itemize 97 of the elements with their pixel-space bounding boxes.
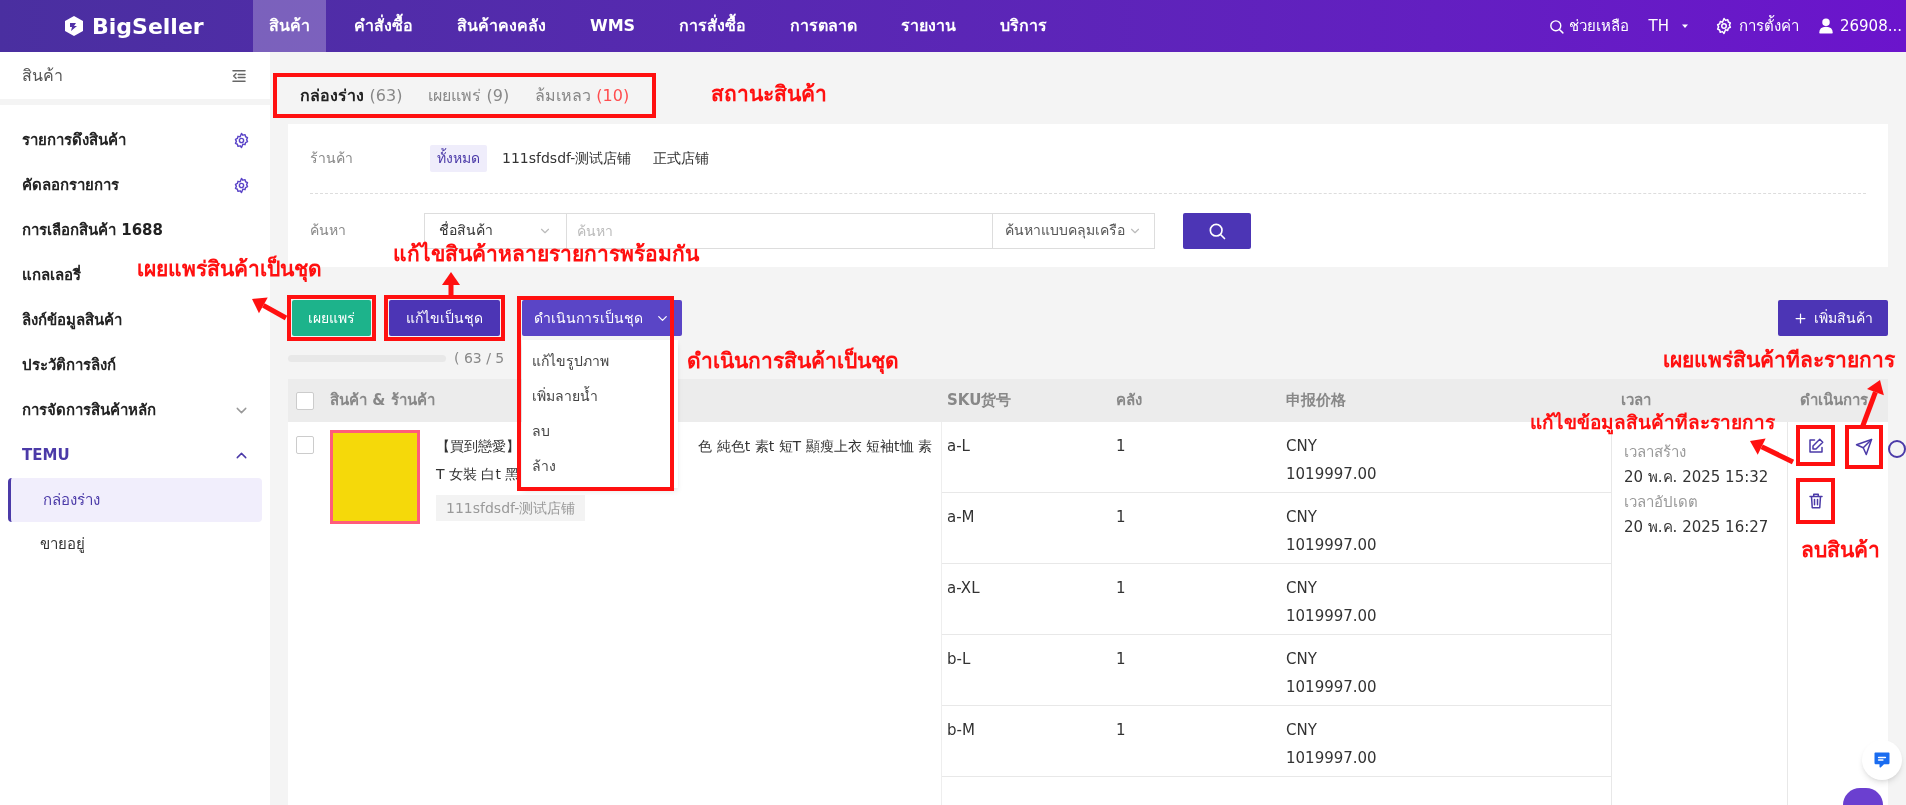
product-title: 色 純色t 素t 短T 顯瘦上衣 短袖t恤 素 [698, 437, 932, 456]
price-currency: CNY [1286, 578, 1317, 599]
settings-icon[interactable] [233, 132, 250, 149]
price-value: 1019997.00 [1286, 606, 1377, 627]
column-header: SKU货号 [947, 391, 1012, 410]
column-header: ดำเนินการ [1800, 391, 1868, 410]
time-label: เวลาสร้าง [1624, 442, 1686, 463]
search-button[interactable] [1183, 212, 1251, 249]
annotation-label: ลบสินค้า [1801, 536, 1880, 564]
stock-cell: 1 [1116, 635, 1286, 706]
product-title: T 女裝 白t 黑 [436, 465, 520, 484]
chat-button[interactable] [1862, 740, 1902, 780]
sidebar-item[interactable]: TEMU [0, 433, 270, 478]
help-link[interactable]: ช่วยเหลือ [1547, 14, 1629, 38]
price-value: 1019997.00 [1286, 464, 1377, 485]
edit-icon[interactable] [1806, 436, 1825, 455]
chat-icon [1872, 750, 1892, 770]
price-value: 1019997.00 [1286, 748, 1377, 769]
sidebar-subitem[interactable]: ขายอยู่ [8, 522, 262, 566]
menu-item[interactable]: ล้าง [522, 449, 678, 484]
sidebar-item[interactable]: การจัดการสินค้าหลัก [0, 388, 270, 433]
product-title: 【買到戀愛】 [436, 437, 520, 456]
send-icon[interactable] [1855, 438, 1873, 456]
price-value: 1019997.00 [1286, 677, 1377, 698]
price-value: 1019997.00 [1286, 535, 1377, 556]
shop-filter-option[interactable]: ทั้งหมด [430, 145, 487, 172]
nav-tab[interactable]: WMS [574, 0, 652, 52]
language-select[interactable]: TH [1648, 14, 1691, 38]
price-currency: CNY [1286, 436, 1317, 457]
nav-tab[interactable]: คำสั่งซื้อ [338, 0, 429, 52]
delete-icon[interactable] [1806, 492, 1825, 510]
column-header: เวลา [1621, 391, 1651, 410]
sidebar-item[interactable]: ลิงก์ข้อมูลสินค้า [0, 298, 142, 343]
nav-tab[interactable]: การสั่งซื้อ [663, 0, 763, 52]
settings-icon[interactable] [233, 177, 250, 194]
annotation-label: เผยแพร่สินค้าเป็นชุด [137, 255, 322, 283]
plus-icon [1793, 310, 1808, 326]
annotation-arrow [442, 272, 460, 295]
price-currency: CNY [1286, 720, 1317, 741]
stock-cell: 1 [1116, 422, 1286, 493]
user-menu[interactable]: 26908... [1816, 14, 1902, 38]
time-value: 20 พ.ค. 2025 16:27 [1624, 517, 1769, 538]
menu-item[interactable]: แก้ไขรูปภาพ [522, 344, 678, 379]
sidebar-subitem[interactable]: กล่องร่าง [8, 478, 262, 522]
sku-cell: a-XL [942, 564, 1116, 635]
column-header: คลัง [1116, 391, 1142, 410]
sku-cell: a-M [942, 493, 1116, 564]
search-icon [1547, 17, 1565, 35]
nav-tab[interactable]: การตลาด [774, 0, 874, 52]
sku-cell: a-L [942, 422, 1116, 493]
column-header: 申报价格 [1286, 391, 1346, 410]
menu-item[interactable]: เพิ่มลายน้ำ [522, 379, 678, 414]
annotation-arrow [252, 297, 288, 321]
sidebar-item[interactable]: การเลือกสินค้า 1688 [0, 208, 183, 253]
annotation-label: สถานะสินค้า [711, 80, 827, 108]
price-currency: CNY [1286, 507, 1317, 528]
shop-filter-option[interactable]: 正式店铺 [646, 145, 717, 172]
shop-filter-option[interactable]: 111sfdsdf-测试店铺 [495, 145, 639, 172]
batch-actions-dropdown[interactable]: ดำเนินการเป็นชุด [522, 300, 682, 336]
column-header: สินค้า & ร้านค้า [330, 391, 435, 410]
stock-cell: 1 [1116, 706, 1286, 777]
shop-tag: 111sfdsdf-测试店铺 [436, 495, 586, 521]
select-all-checkbox[interactable] [296, 391, 314, 410]
batch-edit-button[interactable]: แก้ไขเป็นชุด [389, 300, 500, 336]
stock-cell: 1 [1116, 564, 1286, 635]
sidebar-title: สินค้า [22, 64, 63, 87]
filter-label: ร้านค้า [310, 149, 354, 168]
user-icon [1816, 17, 1835, 35]
logo-icon [62, 14, 86, 38]
time-value: 20 พ.ค. 2025 15:32 [1624, 467, 1769, 488]
annotation-label: ดำเนินการสินค้าเป็นชุด [687, 347, 899, 375]
nav-tab[interactable]: บริการ [984, 0, 1064, 52]
logo-text: BigSeller [92, 12, 204, 41]
time-label: เวลาอัปเดต [1624, 492, 1698, 513]
nav-tab[interactable]: สินค้าคงคลัง [441, 0, 562, 52]
annotation-label: แก้ไขข้อมูลสินค้าทีละรายการ [1530, 410, 1775, 434]
annotation-label: เผยแพร่สินค้าทีละรายการ [1663, 346, 1895, 374]
settings-icon [1714, 17, 1733, 35]
status-tab[interactable]: กล่องร่าง (63) [300, 83, 403, 108]
annotation-arrow [1750, 438, 1795, 465]
match-mode-select[interactable]: ค้นหาแบบคลุมเครือ [993, 212, 1155, 249]
price-currency: CNY [1286, 649, 1317, 670]
sku-cell: b-M [942, 706, 1116, 777]
sku-cell: b-L [942, 635, 1116, 706]
row-checkbox[interactable] [296, 436, 314, 454]
settings-link[interactable]: การตั้งค่า [1714, 14, 1799, 38]
sidebar-item[interactable]: แกลเลอรี่ [0, 253, 101, 298]
menu-item[interactable]: ลบ [522, 414, 678, 449]
add-product-button[interactable]: เพิ่มสินค้า [1778, 300, 1888, 336]
selection-count: ( 63 / 5 [454, 349, 505, 368]
filter-label: ค้นหา [310, 221, 347, 240]
sidebar-item[interactable]: ประวัติการลิงก์ [0, 343, 136, 388]
sidebar-item[interactable]: คัดลอกรายการ [0, 163, 270, 208]
nav-tab[interactable]: สินค้า [253, 0, 326, 52]
sidebar-item[interactable]: รายการดึงสินค้า [0, 118, 270, 163]
stock-cell: 1 [1116, 493, 1286, 564]
nav-tab[interactable]: รายงาน [885, 0, 973, 52]
